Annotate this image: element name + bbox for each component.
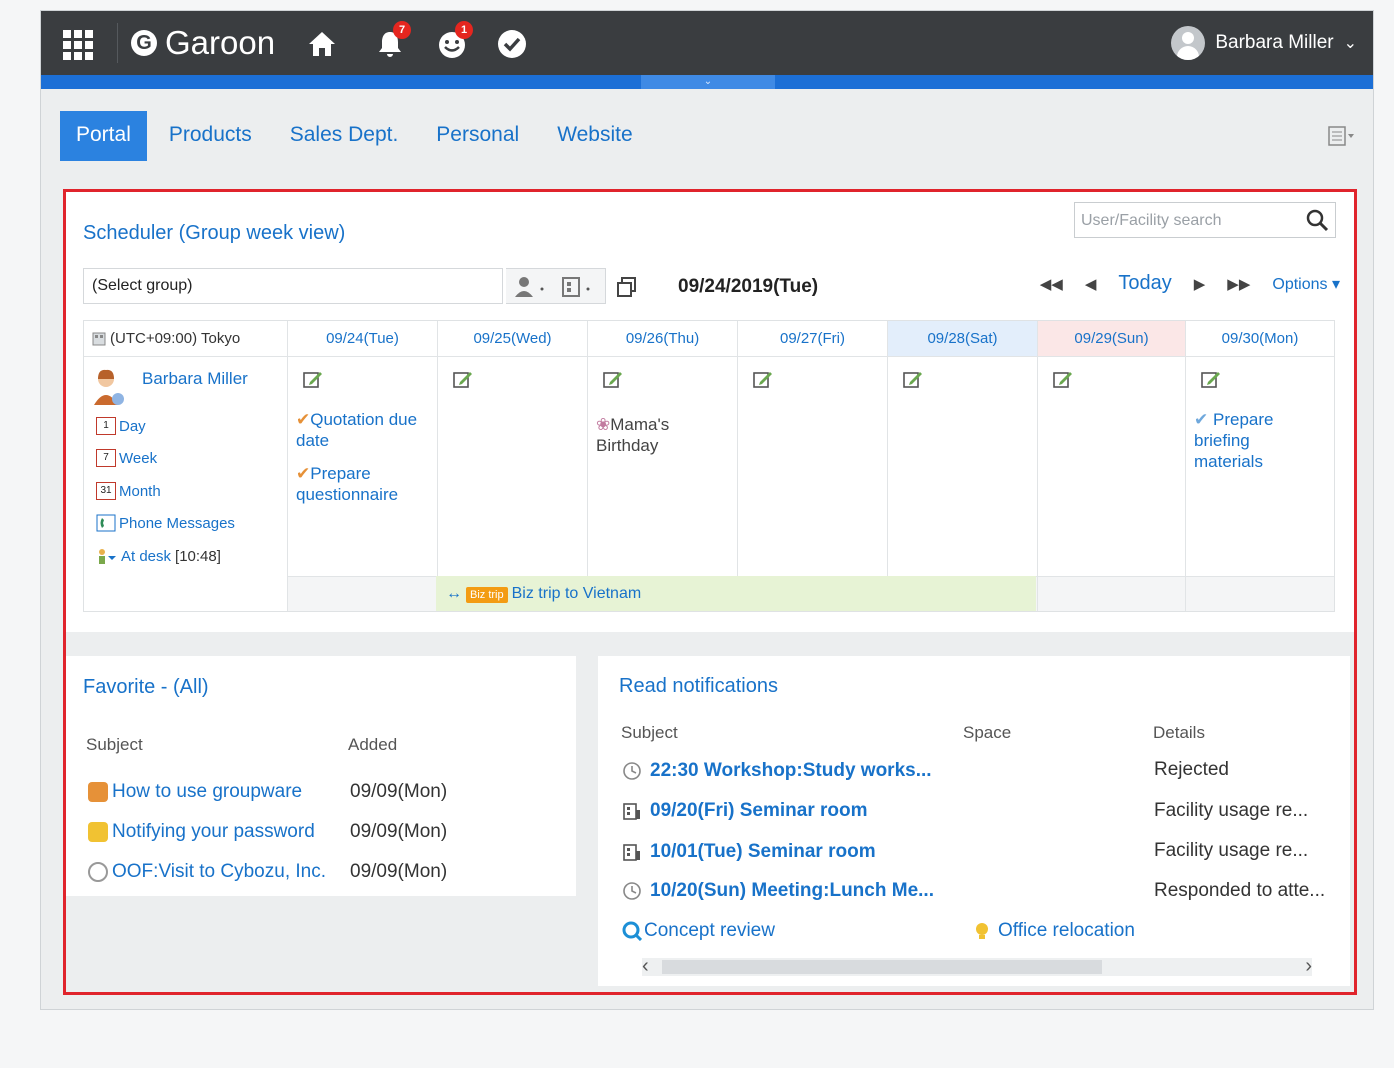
- app-menu-icon[interactable]: [63, 30, 93, 60]
- chevron-down-icon: ⌄: [1343, 35, 1357, 52]
- garoon-logo-icon: G: [131, 30, 157, 56]
- user-name: Barbara Miller: [1215, 32, 1334, 53]
- garoon-logo[interactable]: G Garoon: [131, 24, 276, 61]
- tab-portal[interactable]: Portal: [60, 111, 147, 161]
- tab-products[interactable]: Products: [153, 111, 268, 161]
- tab-personal[interactable]: Personal: [420, 111, 535, 161]
- collapse-header-button[interactable]: ⌄: [641, 75, 775, 89]
- tab-sales-dept[interactable]: Sales Dept.: [274, 111, 415, 161]
- app-name: Garoon: [165, 24, 276, 61]
- header-accent-bar: ⌄: [41, 75, 1373, 89]
- portal-menu-icon[interactable]: [1327, 125, 1355, 147]
- avatar: [1171, 26, 1206, 60]
- portal-tabs: Portal Products Sales Dept. Personal Web…: [60, 111, 655, 161]
- user-menu[interactable]: Barbara Miller ⌄: [1171, 26, 1357, 60]
- favorite-check-icon[interactable]: [495, 27, 529, 61]
- home-icon[interactable]: [305, 27, 339, 61]
- top-bar: G Garoon 7 1 Barbara Miller ⌄: [41, 11, 1373, 75]
- notification-count-badge: 7: [393, 21, 411, 39]
- tab-website[interactable]: Website: [541, 111, 648, 161]
- mention-count-badge: 1: [455, 21, 473, 39]
- notification-bell-icon[interactable]: 7: [373, 21, 411, 61]
- mention-face-icon[interactable]: 1: [435, 21, 473, 61]
- highlight-frame: [63, 189, 1357, 995]
- garoon-window: G Garoon 7 1 Barbara Miller ⌄ ⌄ Portal P…: [40, 10, 1374, 1010]
- divider: [117, 23, 118, 63]
